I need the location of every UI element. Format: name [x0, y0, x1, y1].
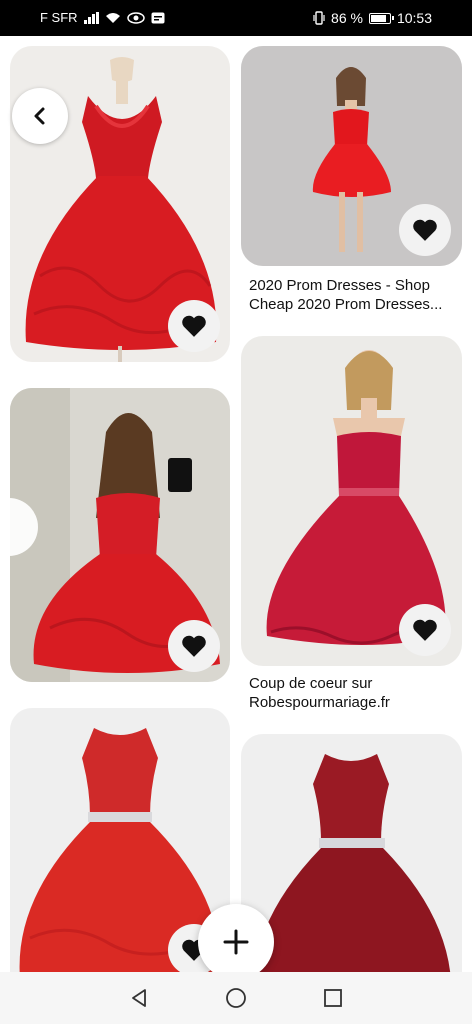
status-bar: F SFR 86 % 10:53: [0, 0, 472, 36]
nav-recents-button[interactable]: [318, 983, 348, 1013]
back-button[interactable]: [12, 88, 68, 144]
clock: 10:53: [396, 10, 432, 26]
save-pin-button[interactable]: [168, 300, 220, 352]
pin-feed[interactable]: 2020 Prom Dresses - Shop Cheap 2020 Prom…: [0, 36, 472, 972]
pin-caption-line: 2020 Prom Dresses - Shop: [249, 277, 430, 294]
pin-image-burgundy-dress[interactable]: [241, 734, 462, 972]
create-pin-button[interactable]: [198, 904, 274, 972]
recents-square-icon: [324, 989, 343, 1007]
signal-icon: [83, 11, 99, 24]
eye-comfort-icon: [126, 11, 145, 24]
notification-icon: [151, 12, 165, 23]
nav-home-button[interactable]: [221, 983, 251, 1013]
system-nav-bar: [0, 972, 472, 1024]
carrier-label: F SFR: [40, 10, 78, 25]
chevron-left-icon: [34, 107, 45, 125]
heart-icon: [413, 219, 437, 241]
heart-icon: [413, 619, 437, 641]
vibrate-icon: [313, 11, 325, 25]
pin-caption-line: Cheap 2020 Prom Dresses...: [249, 296, 443, 313]
save-pin-button[interactable]: [168, 620, 220, 672]
back-triangle-icon: [131, 989, 146, 1007]
save-pin-button[interactable]: [399, 204, 451, 256]
pin-caption[interactable]: 2020 Prom Dresses - Shop Cheap 2020 Prom…: [249, 276, 461, 314]
plus-icon: [223, 929, 249, 955]
heart-icon: [182, 315, 206, 337]
battery-percent: 86 %: [331, 10, 363, 26]
status-left: F SFR: [40, 10, 165, 25]
home-circle-icon: [226, 988, 246, 1008]
battery-icon: [368, 12, 394, 24]
wifi-icon: [105, 12, 120, 23]
pin-caption-line: Coup de coeur sur: [249, 675, 373, 692]
pin-caption-line: Robespourmariage.fr: [249, 694, 390, 711]
nav-back-button[interactable]: [124, 983, 154, 1013]
pin-caption[interactable]: Coup de coeur sur Robespourmariage.fr: [249, 674, 461, 712]
heart-icon: [182, 635, 206, 657]
status-right: 86 % 10:53: [313, 10, 432, 26]
save-pin-button[interactable]: [399, 604, 451, 656]
